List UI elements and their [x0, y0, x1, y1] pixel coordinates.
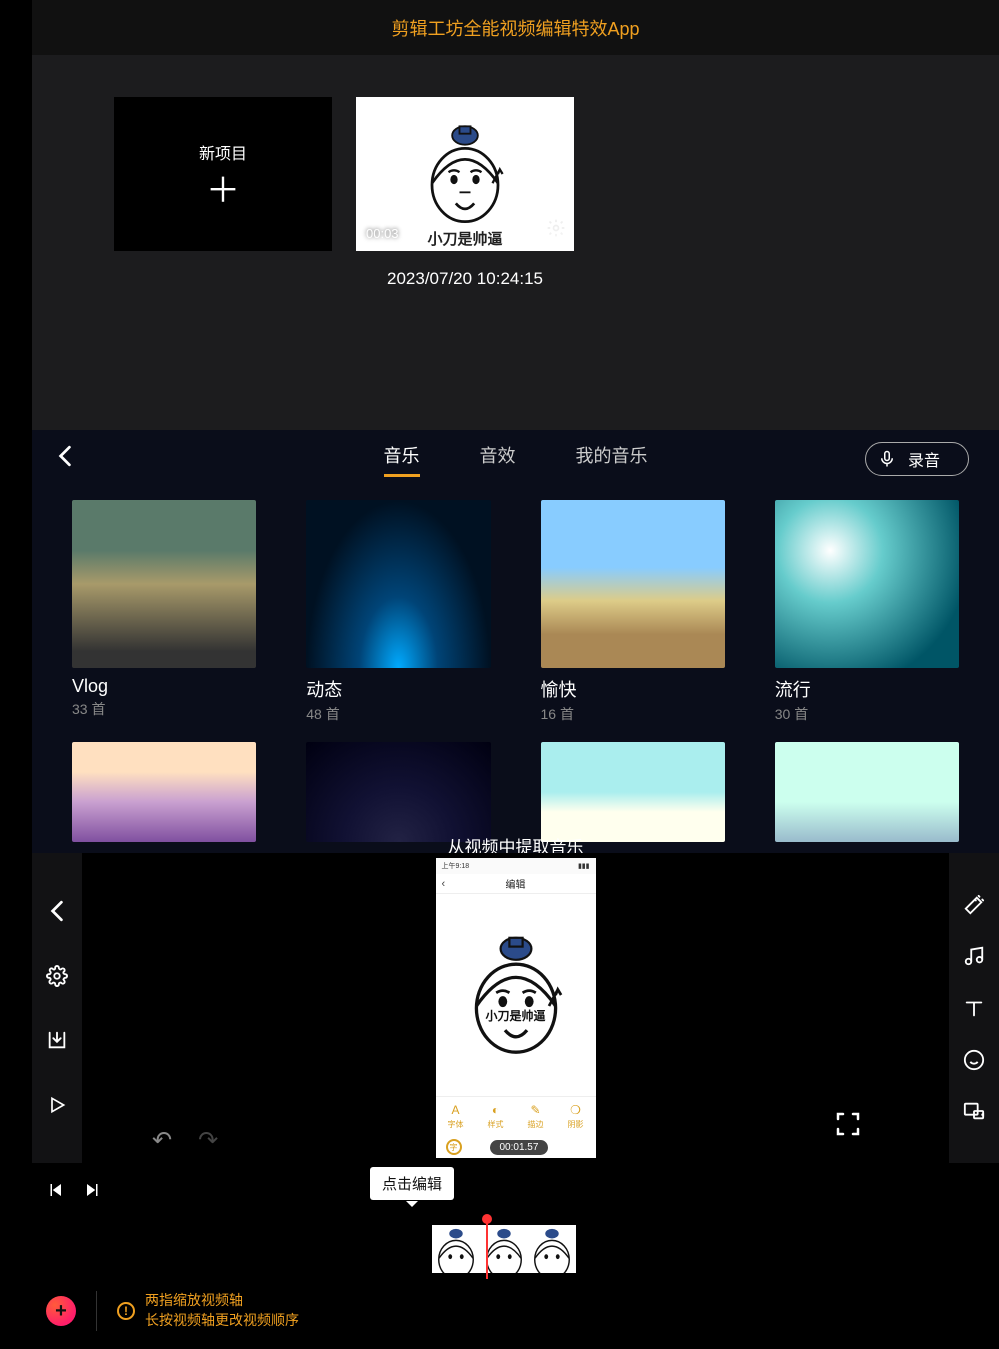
music-cat-thumb — [306, 742, 490, 842]
music-cat-thumb — [72, 742, 256, 842]
undo-redo-group: ↶ ↷ — [152, 1126, 218, 1155]
music-section: 音乐 音效 我的音乐 录音 Vlog 33 首 动态 48 首 愉快 16 首 … — [32, 430, 999, 853]
microphone-icon — [878, 450, 896, 468]
text-icon[interactable] — [962, 996, 986, 1020]
record-label: 录音 — [908, 447, 940, 471]
editor-left-toolbar — [32, 853, 82, 1163]
undo-icon[interactable]: ↶ — [152, 1126, 172, 1155]
music-cat-title: 动态 — [306, 676, 490, 702]
project-card-0[interactable]: 00:03 小刀是帅逼 2023/07/20 10:24:15 — [356, 97, 574, 430]
music-cat-count: 33 首 — [72, 699, 256, 719]
project-date: 2023/07/20 10:24:15 — [356, 269, 574, 289]
skip-start-icon[interactable] — [46, 1181, 64, 1205]
timeline-area: 点击编辑 + ! 两指缩放视频轴 长按视频轴更改视频顺序 — [32, 1175, 999, 1349]
project-thumbnail — [410, 119, 520, 229]
left-empty-strip — [0, 0, 32, 1348]
music-cat-row2-3[interactable] — [775, 742, 959, 842]
music-cat-dynamic[interactable]: 动态 48 首 — [306, 500, 490, 724]
phone-caption-text: 小刀是帅逼 — [485, 1007, 545, 1024]
music-cat-title: 流行 — [775, 676, 959, 702]
app-header: 剪辑工坊全能视频编辑特效App — [32, 0, 999, 55]
preview-phone-frame: 上午9:18▮▮▮ ‹ 编辑 小刀是帅逼 — [436, 858, 596, 1158]
timeline-clips[interactable] — [432, 1225, 576, 1273]
clip-frame — [528, 1225, 576, 1273]
tab-sfx[interactable]: 音效 — [480, 442, 516, 477]
clip-frame — [432, 1225, 480, 1273]
music-cat-thumb — [775, 500, 959, 668]
redo-icon[interactable]: ↷ — [198, 1126, 218, 1155]
phone-status-bar: 上午9:18▮▮▮ — [436, 858, 596, 874]
editor-back-icon[interactable] — [45, 899, 69, 923]
phone-title: 编辑 — [506, 876, 526, 891]
music-note-icon[interactable] — [962, 944, 986, 968]
phone-content: 小刀是帅逼 — [436, 894, 596, 1096]
phone-bottom-row: 字 00:01.57 — [436, 1136, 596, 1158]
divider — [96, 1291, 97, 1331]
music-cat-row2-0[interactable] — [72, 742, 256, 842]
record-button[interactable]: 录音 — [865, 442, 969, 476]
phone-title-bar: ‹ 编辑 — [436, 874, 596, 894]
editor-right-toolbar — [949, 853, 999, 1163]
playhead-indicator[interactable] — [486, 1219, 488, 1279]
editor-section: 上午9:18▮▮▮ ‹ 编辑 小刀是帅逼 — [32, 853, 999, 1348]
music-cat-pop[interactable]: 流行 30 首 — [775, 500, 959, 724]
projects-area: 新项目 ＋ 00:03 — [32, 55, 999, 430]
music-cat-thumb — [541, 742, 725, 842]
pip-icon[interactable] — [962, 1099, 986, 1123]
timeline-hint: 两指缩放视频轴 长按视频轴更改视频顺序 — [145, 1291, 299, 1330]
tab-music[interactable]: 音乐 — [384, 442, 420, 477]
emoji-icon[interactable] — [962, 1048, 986, 1072]
app-title: 剪辑工坊全能视频编辑特效App — [391, 15, 639, 41]
music-cat-title: 愉快 — [541, 676, 725, 702]
music-cat-count: 16 首 — [541, 704, 725, 724]
music-tabs: 音乐 音效 我的音乐 — [32, 442, 999, 477]
play-icon[interactable] — [45, 1093, 69, 1117]
phone-timestamp: 00:01.57 — [490, 1140, 549, 1155]
music-cat-happy[interactable]: 愉快 16 首 — [541, 500, 725, 724]
phone-meme-face — [461, 929, 571, 1061]
music-cat-count: 48 首 — [306, 704, 490, 724]
add-clip-button[interactable]: + — [46, 1296, 76, 1326]
phone-subtitle-icon: 字 — [446, 1139, 462, 1155]
magic-wand-icon[interactable] — [962, 893, 986, 917]
music-cat-title: Vlog — [72, 676, 256, 697]
settings-icon[interactable] — [45, 964, 69, 988]
export-icon[interactable] — [45, 1028, 69, 1052]
tab-mymusic[interactable]: 我的音乐 — [576, 442, 648, 477]
music-cat-thumb — [306, 500, 490, 668]
info-icon: ! — [117, 1302, 135, 1320]
music-cat-vlog[interactable]: Vlog 33 首 — [72, 500, 256, 724]
music-cat-row2-2[interactable] — [541, 742, 725, 842]
phone-back-icon: ‹ — [442, 878, 446, 890]
music-cat-row2-1[interactable] — [306, 742, 490, 842]
music-cat-thumb — [541, 500, 725, 668]
plus-icon: ＋ — [206, 174, 240, 208]
music-cat-thumb — [72, 500, 256, 668]
music-cat-thumb — [775, 742, 959, 842]
skip-end-icon[interactable] — [84, 1181, 102, 1205]
phone-edit-icons: A字体 ◐样式 ✎描边 ❍阴影 — [436, 1096, 596, 1136]
new-project-card[interactable]: 新项目 ＋ — [114, 97, 332, 430]
music-category-grid: Vlog 33 首 动态 48 首 愉快 16 首 流行 30 首 — [32, 482, 999, 842]
fullscreen-icon[interactable] — [833, 1109, 863, 1139]
music-cat-count: 30 首 — [775, 704, 959, 724]
new-project-label: 新项目 — [199, 140, 247, 164]
project-thumb-caption: 小刀是帅逼 — [356, 226, 574, 251]
edit-tooltip: 点击编辑 — [370, 1167, 454, 1200]
editor-preview-area: 上午9:18▮▮▮ ‹ 编辑 小刀是帅逼 — [82, 853, 949, 1163]
